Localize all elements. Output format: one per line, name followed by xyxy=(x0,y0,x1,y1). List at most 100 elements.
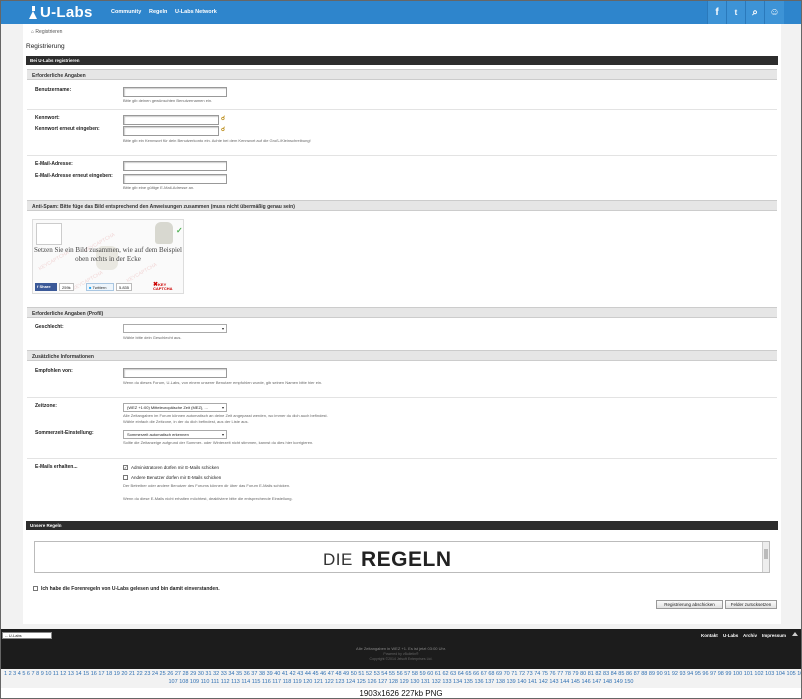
rules-textbox[interactable]: DIE REGELN xyxy=(34,541,770,573)
rules-scrollbar[interactable] xyxy=(762,542,769,572)
referrer-input[interactable] xyxy=(123,368,227,378)
key-icon: ☌ xyxy=(221,127,226,133)
submit-registration-button[interactable]: Registrierung abschicken xyxy=(656,600,723,609)
style-select-value: -- U-Labs xyxy=(5,633,22,638)
chevron-down-icon: ▾ xyxy=(221,432,224,437)
gender-select[interactable]: ▾ xyxy=(123,324,227,333)
twitter-share-count: 5.835 xyxy=(116,283,133,291)
footer: -- U-Labs Kontakt U-Labs Archiv Impressu… xyxy=(1,629,801,669)
agree-rules-label: Ich habe die Forenregeln von U-Labs gele… xyxy=(41,586,220,592)
search-icon[interactable]: ⌕ xyxy=(745,1,764,24)
gender-label: Geschlecht: xyxy=(35,324,64,330)
email-users-hint: Der Betreiber oder andere Benutzer des F… xyxy=(123,483,291,488)
top-navigation-bar: U-Labs Community Regeln U-Labs Network f… xyxy=(1,1,801,24)
rules-section-header: Unsere Regeln xyxy=(26,521,778,530)
pagination-row-1[interactable]: 1 2 3 4 5 6 7 8 9 10 11 12 13 14 15 16 1… xyxy=(4,671,801,677)
scrollbar-thumb[interactable] xyxy=(764,549,768,559)
gender-hint: Wähle bitte dein Geschlecht aus. xyxy=(123,335,182,340)
facebook-share-count: 259k xyxy=(59,283,74,291)
facebook-share-button[interactable]: f Share xyxy=(35,283,57,291)
timezone-value: (WEZ +1:00) Mitteleuropäische Zeit (MEZ)… xyxy=(127,405,208,410)
email-users-label: Andere Benutzer dürfen mir E-Mails schic… xyxy=(131,475,222,480)
password-hint: Bitte gib ein Kennwort für dein Benutzer… xyxy=(123,138,311,143)
email-confirm-label: E-Mail-Adresse erneut eingeben: xyxy=(35,173,113,179)
nav-regeln[interactable]: Regeln xyxy=(149,9,167,15)
agree-rules-checkbox[interactable] xyxy=(33,586,38,591)
captcha-sample-image xyxy=(155,222,173,244)
email-admin-checkbox[interactable]: ✓ xyxy=(123,465,128,470)
email-users-checkbox[interactable] xyxy=(123,475,128,480)
user-icon[interactable]: ☺ xyxy=(764,1,784,24)
email-receive-label: E-Mails erhalten... xyxy=(35,464,78,470)
footer-link-impressum[interactable]: Impressum xyxy=(762,633,786,638)
divider xyxy=(27,458,777,459)
keycaptcha-brand[interactable]: ✖KEY CAPTCHA xyxy=(153,282,183,291)
rules-die-text: DIE xyxy=(323,550,353,569)
captcha-instruction: Setzen Sie ein Bild zusammen, wie auf de… xyxy=(34,246,182,263)
additional-info-header: Zusätzliche Informationen xyxy=(27,350,777,361)
rules-regeln-text: REGELN xyxy=(361,548,452,571)
footer-powered: Powered by vBulletin® xyxy=(383,652,419,656)
logo-text: U-Labs xyxy=(40,3,93,21)
antispam-header: Anti-Spam: Bitte füge das Bild entsprech… xyxy=(27,200,777,211)
facebook-share-label: Share xyxy=(39,284,51,289)
divider xyxy=(27,397,777,398)
breadcrumb-current: Registrieren xyxy=(35,29,63,35)
captcha-watermark: KEYCAPTCHA xyxy=(125,261,159,285)
check-icon: ✓ xyxy=(176,226,183,235)
referrer-label: Empfohlen von: xyxy=(35,368,73,374)
email-note: Wenn du diese E-Mails nicht erhalten möc… xyxy=(123,496,293,501)
dst-select[interactable]: Sommerzeit automatisch erkennen ▾ xyxy=(123,430,227,439)
email-admin-label: Administratoren dürfen mir E-Mails schic… xyxy=(131,465,220,470)
pagination: 1 2 3 4 5 6 7 8 9 10 11 12 13 14 15 16 1… xyxy=(1,670,801,688)
footer-link-kontakt[interactable]: Kontakt xyxy=(701,633,718,638)
password-label: Kennwort: xyxy=(35,115,60,121)
pagination-row-2[interactable]: 107 108 109 110 111 112 113 114 115 116 … xyxy=(1,679,801,685)
site-logo[interactable]: U-Labs xyxy=(29,3,93,21)
twitter-share-button[interactable]: ■ Twittern xyxy=(86,283,114,291)
footer-link-archiv[interactable]: Archiv xyxy=(743,633,757,638)
scroll-top-icon[interactable] xyxy=(792,632,798,636)
footer-copyright-text: Copyright ©2014 Jelsoft Enterprises Ltd. xyxy=(369,656,433,661)
email-input[interactable] xyxy=(123,161,227,171)
captcha-widget[interactable]: KEYCAPTCHA KEYCAPTCHA KEYCAPTCHA KEYCAPT… xyxy=(32,219,184,294)
required-fields-header: Erforderliche Angaben xyxy=(27,69,777,80)
dst-hint: Sollte die Zeitanzeige aufgrund der Somm… xyxy=(123,440,314,445)
nav-community[interactable]: Community xyxy=(111,9,141,15)
screenshot-frame: U-Labs Community Regeln U-Labs Network f… xyxy=(0,0,802,699)
dst-label: Sommerzeit-Einstellung: xyxy=(35,430,94,436)
main-content: ⌂ Registrieren Registrierung Bei U-Labs … xyxy=(23,24,781,624)
nav-ulabs-network[interactable]: U-Labs Network xyxy=(175,9,217,15)
password-confirm-label: Kennwort erneut eingeben: xyxy=(35,126,100,132)
username-hint: Bitte gib deinen gewünschten Benutzernam… xyxy=(123,98,213,103)
profile-header: Erforderliche Angaben (Profil) xyxy=(27,307,777,318)
timezone-select[interactable]: (WEZ +1:00) Mitteleuropäische Zeit (MEZ)… xyxy=(123,403,227,412)
username-input[interactable] xyxy=(123,87,227,97)
breadcrumb: ⌂ Registrieren xyxy=(31,29,62,35)
footer-link-ulabs[interactable]: U-Labs xyxy=(723,633,738,638)
footer-timezone: Alle Zeitangaben in WEZ +1. Es ist jetzt… xyxy=(356,646,446,651)
twitter-icon[interactable]: t xyxy=(726,1,745,24)
timezone-label: Zeitzone: xyxy=(35,403,57,409)
captcha-drop-slot[interactable] xyxy=(36,223,62,245)
style-select[interactable]: -- U-Labs xyxy=(2,632,52,639)
divider xyxy=(27,109,777,110)
home-icon[interactable]: ⌂ xyxy=(31,29,34,35)
email-hint: Bitte gib eine gültige E-Mail-Adresse an… xyxy=(123,185,195,190)
divider xyxy=(27,155,777,156)
password-confirm-input[interactable] xyxy=(123,126,219,136)
timezone-hint: Alle Zeitangaben im Forum können automat… xyxy=(123,413,328,424)
dst-value: Sommerzeit automatisch erkennen xyxy=(127,432,189,437)
referrer-hint: Wenn du dieses Forum, U-Labs, von einem … xyxy=(123,380,323,385)
email-label: E-Mail-Adresse: xyxy=(35,161,73,167)
reset-fields-button[interactable]: Felder zurücksetzen xyxy=(725,600,777,609)
chevron-down-icon: ▾ xyxy=(221,405,224,410)
register-section-header: Bei U-Labs registrieren xyxy=(26,56,778,65)
username-label: Benutzername: xyxy=(35,87,72,93)
facebook-icon[interactable]: f xyxy=(707,1,726,24)
twitter-share-label: Twittern xyxy=(92,285,107,290)
email-confirm-input[interactable] xyxy=(123,174,227,184)
password-input[interactable] xyxy=(123,115,219,125)
key-icon: ☌ xyxy=(221,116,226,122)
image-caption: 1903x1626 227kb PNG xyxy=(1,688,801,698)
